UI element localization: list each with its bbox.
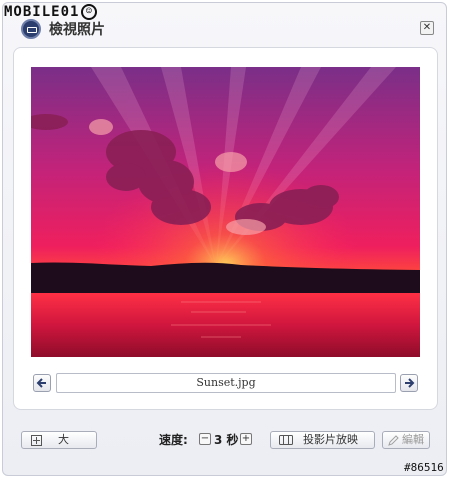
sunset-photo-icon [31,67,420,357]
previous-button[interactable] [33,374,51,392]
next-button[interactable] [400,374,418,392]
slideshow-icon [279,435,293,445]
photo-image[interactable] [31,67,420,357]
slideshow-label: 投影片放映 [303,433,358,446]
speed-increase-button[interactable]: + [240,433,252,445]
zoom-icon [31,435,42,446]
image-id-tag: #86516 [404,461,444,474]
arrow-right-icon [405,378,415,388]
pencil-icon [388,435,399,446]
zoom-button[interactable]: 大 [21,431,97,449]
app-icon [21,19,41,39]
arrow-left-icon [36,378,46,388]
speed-decrease-button[interactable]: − [199,433,211,445]
filename-field: Sunset.jpg [56,373,396,393]
watermark-text: MOBILE01 [4,4,80,20]
speed-value: 3 秒 [214,433,239,447]
zoom-label: 大 [58,433,69,446]
edit-button[interactable]: 編輯 [382,431,430,449]
dialog-title: 檢視照片 [49,22,105,38]
watermark-logo: MOBILE01 ☺ [4,2,98,22]
edit-label: 編輯 [402,433,424,446]
smiley-icon: ☺ [81,4,98,20]
speed-label: 速度: [159,433,188,447]
slideshow-button[interactable]: 投影片放映 [270,431,375,449]
close-button[interactable]: ✕ [420,21,434,35]
